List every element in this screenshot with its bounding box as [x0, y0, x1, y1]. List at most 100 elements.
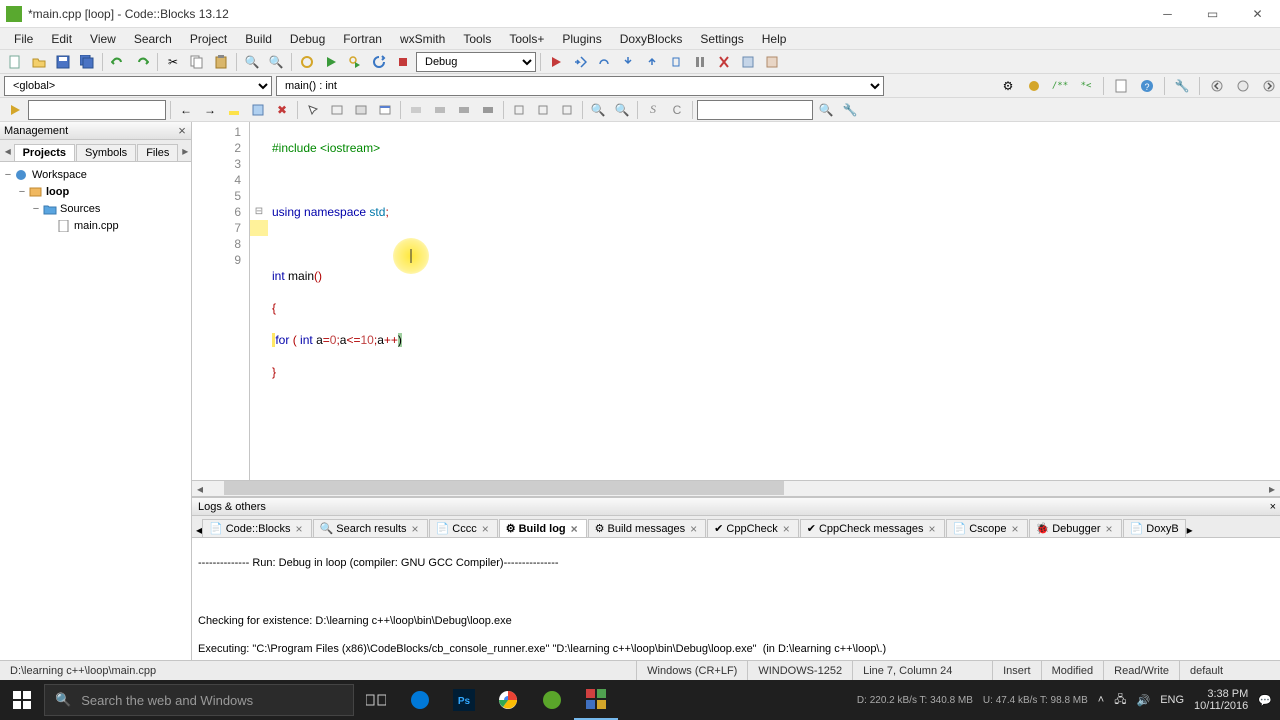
menu-wxsmith[interactable]: wxSmith: [392, 30, 453, 48]
close-button[interactable]: ✕: [1235, 0, 1280, 28]
save-all-icon[interactable]: [76, 52, 98, 72]
box4-icon[interactable]: [477, 100, 499, 120]
menu-build[interactable]: Build: [237, 30, 280, 48]
logs-tab-search[interactable]: 🔍Search results×: [313, 519, 428, 537]
logs-tab-cscope[interactable]: 📄Cscope×: [946, 519, 1028, 537]
strike-icon[interactable]: S: [642, 100, 664, 120]
tree-project[interactable]: − loop: [2, 183, 189, 200]
tray-lang[interactable]: ENG: [1160, 694, 1184, 706]
start-button[interactable]: [0, 680, 44, 720]
tree-workspace[interactable]: − Workspace: [2, 166, 189, 183]
dialog-icon[interactable]: [374, 100, 396, 120]
save-icon[interactable]: [52, 52, 74, 72]
debug-windows-icon[interactable]: [737, 52, 759, 72]
step-over-icon[interactable]: [593, 52, 615, 72]
tree-file[interactable]: main.cpp: [2, 217, 189, 234]
function-select[interactable]: main() : int: [276, 76, 884, 96]
app-codeblocks-icon[interactable]: [574, 680, 618, 720]
task-view-icon[interactable]: [354, 680, 398, 720]
tab-prev-icon[interactable]: ◂: [2, 141, 14, 161]
undo-icon[interactable]: [107, 52, 129, 72]
menu-toolsplus[interactable]: Tools+: [501, 30, 552, 48]
redo-icon[interactable]: [131, 52, 153, 72]
run-to-cursor-icon[interactable]: [4, 100, 26, 120]
tb-comment-icon[interactable]: /**: [1049, 76, 1071, 96]
logs-tab-next-icon[interactable]: ▸: [1187, 523, 1193, 537]
debug-info-icon[interactable]: [761, 52, 783, 72]
tb-help-icon[interactable]: [1023, 76, 1045, 96]
jump-input[interactable]: [28, 100, 166, 120]
maximize-button[interactable]: ▭: [1190, 0, 1235, 28]
menu-settings[interactable]: Settings: [692, 30, 751, 48]
open-file-icon[interactable]: [28, 52, 50, 72]
tree-sources[interactable]: − Sources: [2, 200, 189, 217]
minimize-button[interactable]: ─: [1145, 0, 1190, 28]
build-run-icon[interactable]: [344, 52, 366, 72]
sidebar-close-icon[interactable]: ×: [175, 124, 189, 138]
menu-project[interactable]: Project: [182, 30, 235, 48]
replace-icon[interactable]: 🔍: [265, 52, 287, 72]
editor-hscroll[interactable]: ◂ ▸: [192, 480, 1280, 496]
logs-tab-cccc[interactable]: 📄Cccc×: [429, 519, 498, 537]
step-instruction-icon[interactable]: [665, 52, 687, 72]
box1-icon[interactable]: [405, 100, 427, 120]
search-go-icon[interactable]: 🔍: [815, 100, 837, 120]
bookmark-icon[interactable]: [247, 100, 269, 120]
clear-icon[interactable]: ✖: [271, 100, 293, 120]
search-options-icon[interactable]: 🔧: [839, 100, 861, 120]
logs-tab-doxy[interactable]: 📄DoxyB: [1123, 519, 1186, 537]
debug-stop-icon[interactable]: [713, 52, 735, 72]
panel-icon[interactable]: [350, 100, 372, 120]
zoom-out-icon[interactable]: 🔍: [611, 100, 633, 120]
tab-next-icon[interactable]: ▸: [179, 141, 191, 161]
logs-tab-cppcheckmsg[interactable]: ✔CppCheck messages×: [800, 519, 945, 537]
tab-files[interactable]: Files: [137, 144, 178, 161]
app-edge-icon[interactable]: [398, 680, 442, 720]
menu-view[interactable]: View: [82, 30, 124, 48]
nav-forward-icon[interactable]: [1258, 76, 1280, 96]
select-icon[interactable]: [302, 100, 324, 120]
build-icon[interactable]: [296, 52, 318, 72]
tray-chevron-up-icon[interactable]: ˄: [1098, 694, 1104, 706]
app-chrome-icon[interactable]: [486, 680, 530, 720]
menu-doxyblocks[interactable]: DoxyBlocks: [612, 30, 691, 48]
debug-continue-icon[interactable]: [569, 52, 591, 72]
tb-doc-icon[interactable]: [1110, 76, 1132, 96]
abort-icon[interactable]: [392, 52, 414, 72]
tb-wrench-icon[interactable]: 🔧: [1171, 76, 1193, 96]
menu-file[interactable]: File: [6, 30, 41, 48]
app-photoshop-icon[interactable]: Ps: [442, 680, 486, 720]
taskbar-search[interactable]: 🔍 Search the web and Windows: [44, 684, 354, 716]
menu-debug[interactable]: Debug: [282, 30, 333, 48]
menu-fortran[interactable]: Fortran: [335, 30, 390, 48]
logs-body[interactable]: -------------- Run: Debug in loop (compi…: [192, 538, 1280, 660]
menu-plugins[interactable]: Plugins: [554, 30, 609, 48]
fold-margin[interactable]: ⊟: [250, 122, 268, 480]
nav-last-icon[interactable]: [1232, 76, 1254, 96]
logs-close-icon[interactable]: ×: [1270, 501, 1276, 513]
prev-mark-icon[interactable]: ←: [175, 100, 197, 120]
box6-icon[interactable]: [532, 100, 554, 120]
tb-gear-icon[interactable]: ⚙: [997, 76, 1019, 96]
logs-tab-debugger[interactable]: 🐞Debugger×: [1029, 519, 1122, 537]
step-into-icon[interactable]: [617, 52, 639, 72]
highlight-icon[interactable]: [223, 100, 245, 120]
nav-back-icon[interactable]: [1206, 76, 1228, 96]
tab-projects[interactable]: Projects: [14, 144, 75, 161]
debug-pause-icon[interactable]: [689, 52, 711, 72]
build-target-select[interactable]: Debug: [416, 52, 536, 72]
menu-search[interactable]: Search: [126, 30, 180, 48]
zoom-in-icon[interactable]: 🔍: [587, 100, 609, 120]
project-tree[interactable]: − Workspace − loop − Sources main.cpp: [0, 162, 191, 660]
editor-body[interactable]: 123456789 ⊟ #include <iostream> using na…: [192, 122, 1280, 480]
tray-network-icon[interactable]: 🖧: [1114, 691, 1126, 710]
rebuild-icon[interactable]: [368, 52, 390, 72]
tb-question-icon[interactable]: ?: [1136, 76, 1158, 96]
tray-clock[interactable]: 3:38 PM 10/11/2016: [1194, 688, 1248, 712]
box3-icon[interactable]: [453, 100, 475, 120]
frame-icon[interactable]: [326, 100, 348, 120]
app-utorrent-icon[interactable]: [530, 680, 574, 720]
logs-tab-buildlog[interactable]: ⚙Build log×: [499, 519, 587, 537]
logs-tab-codeblocks[interactable]: 📄Code::Blocks×: [202, 519, 312, 537]
box5-icon[interactable]: [508, 100, 530, 120]
